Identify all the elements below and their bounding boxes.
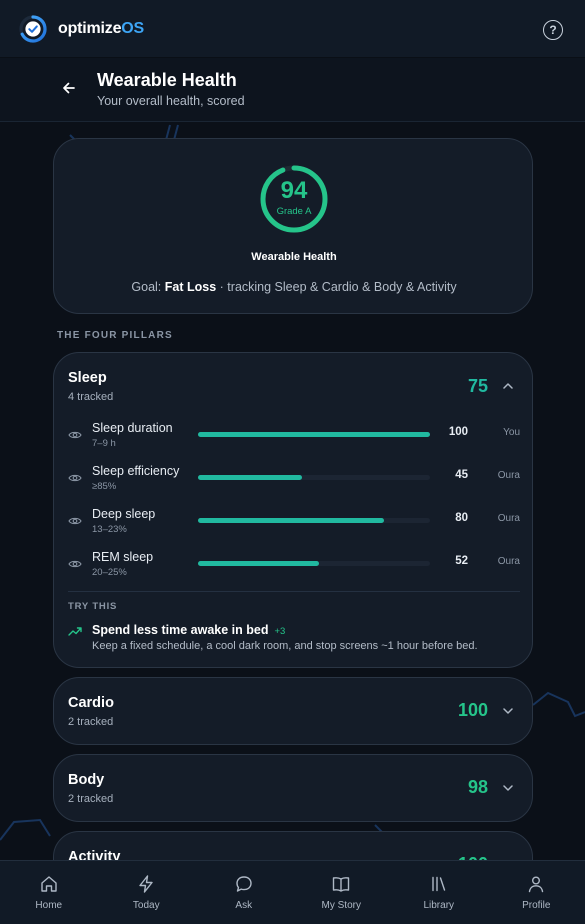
metric-bar-fill xyxy=(198,561,319,566)
goal-value: Fat Loss xyxy=(164,280,217,294)
pillar-score: 100 xyxy=(457,700,488,720)
chevron-down-icon[interactable] xyxy=(502,705,514,717)
app-logo-icon[interactable] xyxy=(18,14,48,44)
arrow-left-icon[interactable] xyxy=(60,79,78,97)
page-subtitle: Your overall health, scored xyxy=(97,94,245,108)
brand-wordmark: optimizeOS xyxy=(58,20,144,38)
pillar-name: Activity xyxy=(68,849,121,860)
nav-item-today[interactable]: Today xyxy=(98,861,196,924)
bottom-navigation: Home Today Ask My Story Library Profile xyxy=(0,860,585,924)
brand-primary: optimize xyxy=(58,19,122,37)
nav-label: Profile xyxy=(522,900,551,911)
metric-row[interactable]: Sleep efficiency ≥85% 45 Oura xyxy=(54,464,534,504)
chat-bubble-icon xyxy=(236,876,252,892)
metric-range: 20–25% xyxy=(92,567,127,578)
library-icon xyxy=(432,876,445,892)
nav-item-home[interactable]: Home xyxy=(0,861,98,924)
metric-name: REM sleep xyxy=(92,550,154,564)
metric-range: ≥85% xyxy=(92,481,117,492)
app-top-bar: optimizeOS ? xyxy=(0,0,585,58)
metric-name: Deep sleep xyxy=(92,507,156,521)
eye-icon[interactable] xyxy=(68,428,82,442)
metric-source: Oura xyxy=(497,513,520,524)
tip-title[interactable]: Spend less time awake in bed +3 xyxy=(92,623,285,637)
metric-row[interactable]: REM sleep 20–25% 52 Oura xyxy=(54,550,534,590)
pillar-card-sleep[interactable]: Sleep 4 tracked 75 Sleep duration 7–9 h … xyxy=(53,352,533,668)
metric-value: 80 xyxy=(455,512,468,524)
nav-item-library[interactable]: Library xyxy=(390,861,488,924)
nav-label: Library xyxy=(423,900,455,911)
metric-bar-fill xyxy=(198,475,303,480)
pillar-tracked: 4 tracked xyxy=(68,391,114,403)
lightning-icon xyxy=(139,875,153,893)
metric-range: 7–9 h xyxy=(92,438,116,449)
eye-icon[interactable] xyxy=(68,471,82,485)
metric-row[interactable]: Sleep duration 7–9 h 100 You xyxy=(54,421,534,461)
metric-value: 100 xyxy=(448,426,468,438)
nav-item-ask[interactable]: Ask xyxy=(195,861,293,924)
scroll-content[interactable]: 94 Grade A Wearable Health Goal: Fat Los… xyxy=(0,122,585,860)
tip-title-text: Spend less time awake in bed xyxy=(92,623,269,637)
overall-score-grade: Grade A xyxy=(276,206,312,217)
metric-bar-track xyxy=(198,518,430,523)
metric-bar-track xyxy=(198,561,430,566)
metric-name: Sleep efficiency xyxy=(92,464,180,478)
nav-label: Ask xyxy=(235,900,253,911)
pillar-score: 75 xyxy=(467,376,488,396)
metric-value: 45 xyxy=(455,469,468,481)
person-icon xyxy=(529,876,544,893)
chevron-up-icon[interactable] xyxy=(502,380,514,392)
metric-row[interactable]: Deep sleep 13–23% 80 Oura xyxy=(54,507,534,547)
eye-icon[interactable] xyxy=(68,514,82,528)
overall-score-card: 94 Grade A Wearable Health Goal: Fat Los… xyxy=(53,138,533,314)
divider xyxy=(68,591,520,592)
pillar-name: Cardio xyxy=(68,695,114,711)
nav-item-my-story[interactable]: My Story xyxy=(293,861,391,924)
goal-prefix: Goal: xyxy=(131,280,162,294)
try-this-label: TRY THIS xyxy=(68,601,118,612)
metric-name: Sleep duration xyxy=(92,421,173,435)
pillar-card-body[interactable]: Body 2 tracked 98 xyxy=(53,754,533,822)
pillar-name: Body xyxy=(68,772,105,788)
pillar-card-cardio[interactable]: Cardio 2 tracked 100 xyxy=(53,677,533,745)
tip-body: Keep a fixed schedule, a cool dark room,… xyxy=(92,640,478,652)
eye-icon[interactable] xyxy=(68,557,82,571)
metric-bar-fill xyxy=(198,518,384,523)
home-icon xyxy=(41,876,57,892)
metric-bar-track xyxy=(198,475,430,480)
goal-summary: Goal: Fat Loss · tracking Sleep & Cardio… xyxy=(54,280,534,294)
brand-accent: OS xyxy=(121,19,145,37)
tip-bonus: +3 xyxy=(274,626,286,637)
pillar-tracked: 2 tracked xyxy=(68,716,114,728)
overall-score-name: Wearable Health xyxy=(251,251,337,263)
metric-bar-fill xyxy=(198,432,430,437)
section-label: THE FOUR PILLARS xyxy=(57,330,173,341)
nav-label: My Story xyxy=(321,900,361,911)
goal-suffix: · tracking Sleep & Cardio & Body & Activ… xyxy=(219,280,457,294)
trending-up-icon xyxy=(68,627,82,636)
book-icon xyxy=(333,877,350,892)
nav-label: Home xyxy=(35,900,63,911)
nav-label: Today xyxy=(132,900,160,911)
metric-value: 52 xyxy=(455,555,468,567)
metric-source: Oura xyxy=(497,470,520,481)
nav-item-profile[interactable]: Profile xyxy=(488,861,585,924)
pillar-card-activity[interactable]: Activity 100 xyxy=(53,831,533,860)
metric-range: 13–23% xyxy=(92,524,127,535)
pillar-name: Sleep xyxy=(68,370,107,386)
metric-source: Oura xyxy=(497,556,520,567)
pillar-score: 98 xyxy=(467,777,488,797)
overall-score-value: 94 xyxy=(280,177,308,204)
page-title: Wearable Health xyxy=(97,70,237,90)
question-circle-icon[interactable]: ? xyxy=(543,20,563,40)
pillar-tracked: 2 tracked xyxy=(68,793,114,805)
page-header: Wearable Health Your overall health, sco… xyxy=(0,58,585,122)
chevron-down-icon[interactable] xyxy=(502,782,514,794)
metric-bar-track xyxy=(198,432,430,437)
metric-source: You xyxy=(503,427,520,438)
